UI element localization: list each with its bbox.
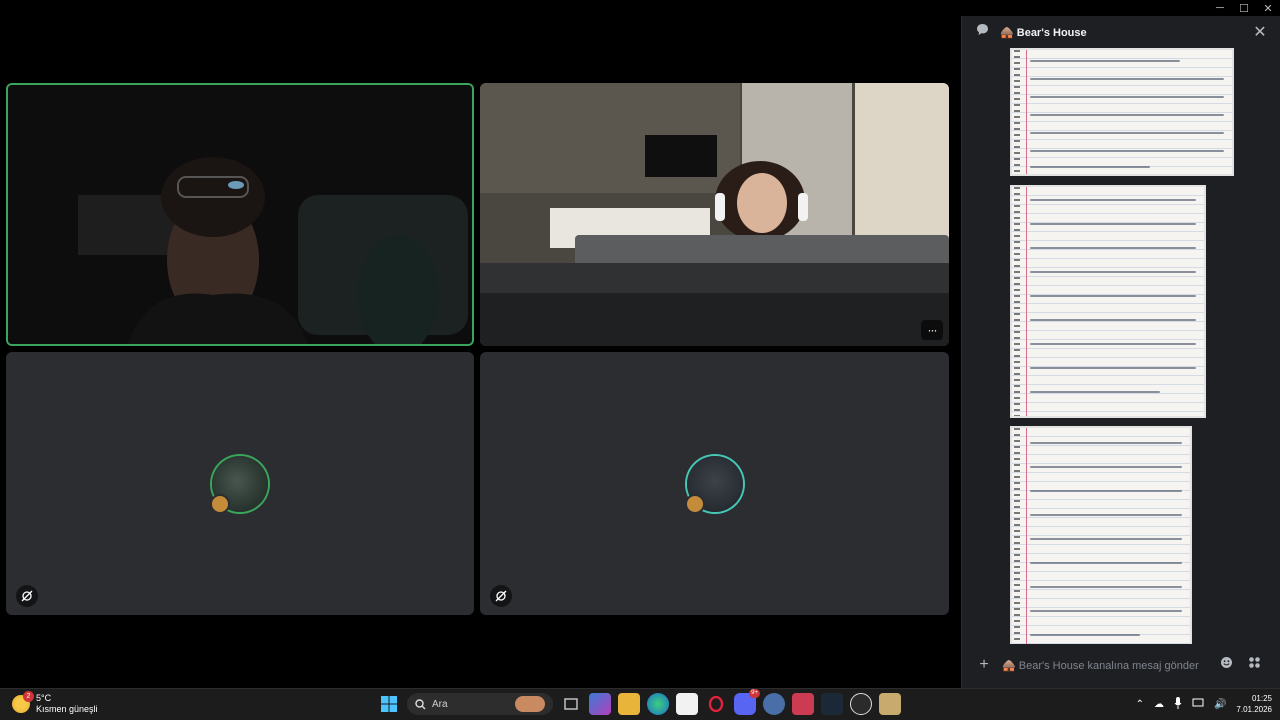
volume-icon[interactable]: 🔊 (1214, 699, 1226, 710)
discord-icon[interactable]: 9+ (734, 689, 760, 715)
message-input[interactable]: 🛖 Bear's House kanalına mesaj gönder (1002, 659, 1208, 672)
close-window-button[interactable]: ✕ (1256, 0, 1280, 16)
user-avatar (684, 455, 743, 514)
handwriting-line (1030, 514, 1182, 516)
clock-time: 01:25 (1251, 694, 1272, 703)
chat-channel-title: 🛖 Bear's House (1000, 26, 1087, 39)
handwriting-line (1030, 466, 1182, 468)
handwriting-line (1030, 562, 1182, 564)
notebook-spiral (1014, 187, 1020, 416)
windows-start-icon[interactable] (378, 693, 400, 715)
attachment-image-notebook-2[interactable] (1010, 185, 1206, 418)
weather-description: Kısmen güneşli (36, 704, 98, 714)
clock-date: 7.01.2026 (1236, 705, 1272, 714)
handwriting-line (1030, 490, 1182, 492)
microphone-icon[interactable] (1174, 696, 1182, 712)
handwriting-line (1030, 367, 1196, 369)
chat-bubble-icon (972, 23, 992, 41)
weather-temperature: 5°C (36, 693, 52, 703)
handwriting-line (1030, 634, 1140, 636)
add-attachment-button[interactable]: + (974, 656, 994, 674)
weather-notification-badge: 2 (23, 691, 34, 702)
search-highlight-image (515, 696, 545, 712)
webcam-feed-woman (480, 83, 949, 346)
tray-overflow-chevron-icon[interactable]: ⌃ (1136, 699, 1144, 710)
league-client-icon[interactable] (879, 693, 901, 715)
game-app-icon[interactable] (792, 693, 814, 715)
onedrive-cloud-icon[interactable]: ☁ (1154, 699, 1164, 710)
settings-gear-icon[interactable] (763, 693, 785, 715)
steam-icon[interactable] (821, 693, 843, 715)
handwriting-line (1030, 442, 1182, 444)
chat-messages[interactable] (962, 48, 1280, 644)
webcam-feed-man (8, 85, 472, 344)
attachment-image-notebook-1[interactable] (1010, 48, 1234, 176)
system-tray: ⌃ ☁ 🔊 01:25 7.01.2026 (1136, 693, 1272, 715)
handwriting-line (1030, 166, 1150, 168)
clock[interactable]: 01:25 7.01.2026 (1236, 693, 1272, 715)
handwriting-line (1030, 295, 1196, 297)
task-view-icon[interactable] (560, 693, 582, 715)
handwriting-line (1030, 78, 1224, 80)
m365-icon[interactable] (589, 693, 611, 715)
weather-widget[interactable]: 2 5°C Kısmen güneşli (12, 691, 98, 715)
more-options-button[interactable]: ··· (921, 320, 943, 340)
file-explorer-icon[interactable] (618, 693, 640, 715)
handwriting-line (1030, 319, 1196, 321)
handwriting-line (1030, 586, 1182, 588)
video-tile-webcam-user[interactable]: ··· (480, 83, 949, 346)
network-monitor-icon[interactable] (1192, 698, 1204, 711)
emoji-icon[interactable] (1216, 656, 1236, 674)
weather-sun-icon: 2 (12, 691, 34, 713)
camera-off-icon (490, 585, 512, 607)
video-tile-avatar-user-2[interactable] (480, 352, 949, 615)
handwriting-line (1030, 538, 1182, 540)
opera-browser-icon[interactable] (705, 693, 727, 715)
handwriting-line (1030, 150, 1224, 152)
close-chat-button[interactable]: ✕ (1250, 22, 1270, 42)
handwriting-line (1030, 271, 1196, 273)
notebook-spiral (1014, 50, 1020, 174)
maximize-button[interactable]: ☐ (1232, 0, 1256, 16)
edge-browser-icon[interactable] (647, 693, 669, 715)
taskbar-search[interactable]: Ara (407, 693, 553, 715)
handwriting-line (1030, 60, 1180, 62)
notebook-spiral (1014, 428, 1020, 644)
video-tile-speaking-user[interactable] (6, 83, 474, 346)
camera-off-icon (16, 585, 38, 607)
discord-notification-badge: 9+ (749, 689, 760, 698)
avatar-decoration-icon (684, 493, 705, 514)
handwriting-line (1030, 96, 1224, 98)
handwriting-line (1030, 132, 1224, 134)
user-avatar (210, 455, 268, 514)
obs-icon[interactable] (850, 693, 872, 715)
handwriting-line (1030, 223, 1196, 225)
handwriting-line (1030, 114, 1224, 116)
attachment-image-notebook-3[interactable] (1010, 426, 1192, 644)
message-composer[interactable]: + 🛖 Bear's House kanalına mesaj gönder (968, 650, 1270, 680)
apps-icon[interactable] (1244, 656, 1264, 674)
text-chat-panel: 🛖 Bear's House ✕ + 🛖 Bear's House kanalı… (961, 16, 1280, 688)
microsoft-store-icon[interactable] (676, 693, 698, 715)
chat-header: 🛖 Bear's House ✕ (962, 16, 1280, 48)
minimize-button[interactable]: ─ (1208, 0, 1232, 16)
handwriting-line (1030, 343, 1196, 345)
handwriting-line (1030, 391, 1160, 393)
search-icon (415, 698, 426, 709)
window-controls: ─ ☐ ✕ (1208, 0, 1280, 16)
weather-text: 5°C Kısmen güneşli (36, 693, 98, 715)
video-tile-avatar-user-1[interactable] (6, 352, 474, 615)
taskbar-apps: Ara 9+ (378, 689, 901, 715)
avatar-decoration-icon (210, 493, 230, 514)
handwriting-line (1030, 199, 1196, 201)
windows-taskbar: 2 5°C Kısmen güneşli Ara 9+ ⌃ ☁ 🔊 01:25 … (0, 688, 1280, 720)
discord-call-window: ─ ☐ ✕ ··· 🛖 Bear's House ✕ + 🛖 Bear's Ho… (0, 0, 1280, 688)
handwriting-line (1030, 247, 1196, 249)
handwriting-line (1030, 610, 1182, 612)
search-placeholder: Ara (432, 698, 448, 710)
